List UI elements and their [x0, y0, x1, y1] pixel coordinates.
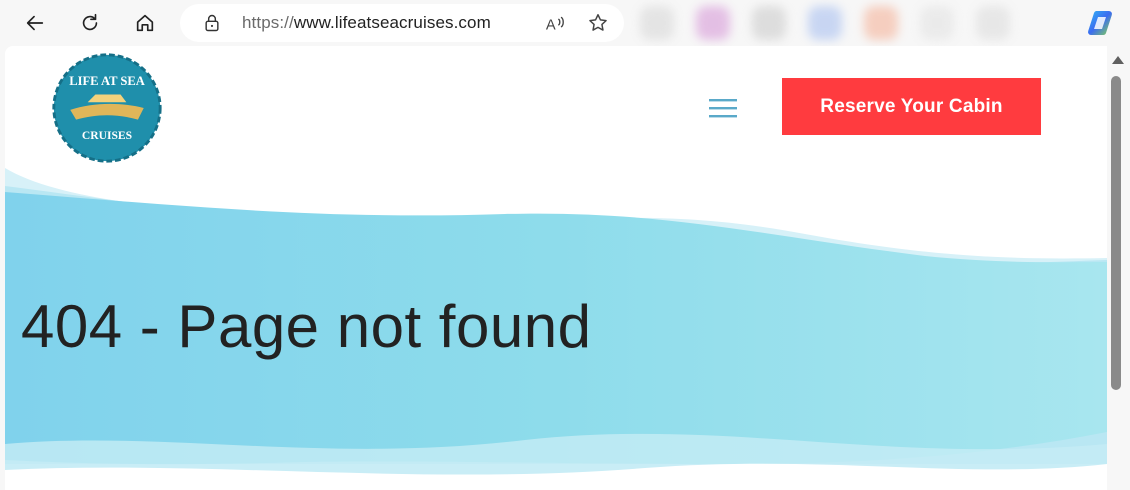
extension-icon[interactable] — [808, 6, 842, 40]
address-bar[interactable]: https://www.lifeatseacruises.com A — [180, 4, 624, 42]
extension-icon[interactable] — [864, 6, 898, 40]
url-host: www.lifeatseacruises.com — [293, 13, 491, 32]
page-viewport: LIFE AT SEA CRUISES Reserve Your Cabin 4… — [5, 46, 1107, 490]
scrollbar-thumb[interactable] — [1111, 76, 1121, 390]
home-button[interactable] — [128, 6, 162, 40]
reload-button[interactable] — [73, 6, 107, 40]
scrollbar[interactable] — [1107, 46, 1130, 490]
extension-icon[interactable] — [920, 6, 954, 40]
url-text[interactable]: https://www.lifeatseacruises.com — [242, 13, 491, 33]
extension-icon[interactable] — [976, 6, 1010, 40]
reserve-cabin-button[interactable]: Reserve Your Cabin — [782, 78, 1041, 135]
extension-icon[interactable] — [640, 6, 674, 40]
home-icon — [136, 14, 154, 32]
extension-icon[interactable] — [696, 6, 730, 40]
logo-text-top: LIFE AT SEA — [69, 74, 145, 88]
url-scheme: https:// — [242, 13, 294, 32]
page-title: 404 - Page not found — [21, 293, 592, 360]
extensions-area — [640, 6, 1010, 40]
svg-text:A: A — [546, 17, 556, 33]
hamburger-menu-icon[interactable] — [709, 96, 737, 120]
reload-icon — [82, 13, 98, 31]
logo-text-bottom: CRUISES — [82, 129, 132, 142]
browser-toolbar: https://www.lifeatseacruises.com A — [0, 0, 1130, 46]
extension-icon[interactable] — [752, 6, 786, 40]
back-button[interactable] — [18, 6, 52, 40]
copilot-icon[interactable] — [1086, 7, 1118, 39]
read-aloud-icon[interactable]: A — [544, 11, 568, 35]
site-logo[interactable]: LIFE AT SEA CRUISES — [49, 50, 165, 166]
favorite-star-icon[interactable] — [586, 11, 610, 35]
scroll-up-arrow-icon[interactable] — [1112, 56, 1124, 64]
lock-icon[interactable] — [202, 13, 222, 33]
back-icon — [26, 15, 44, 31]
